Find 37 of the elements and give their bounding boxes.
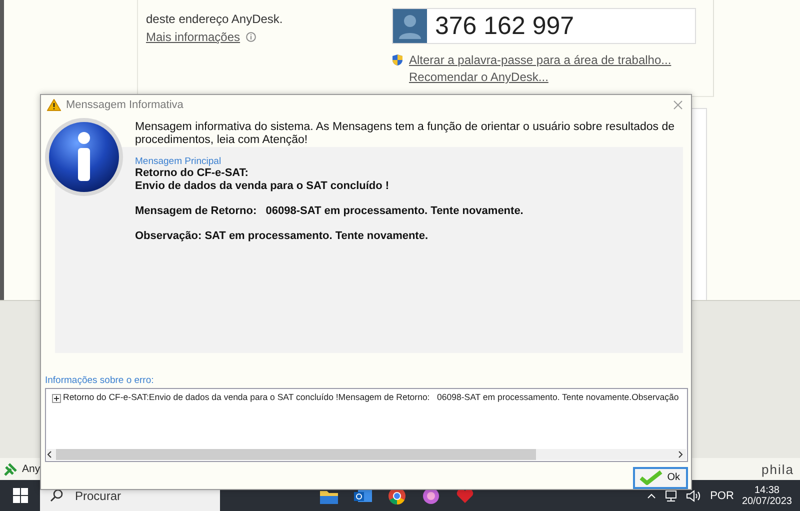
dialog-title: Menssagem Informativa <box>66 99 184 112</box>
windows-logo-icon <box>12 488 28 503</box>
description-text: deste endereço AnyDesk. <box>146 12 284 26</box>
app-label: Any <box>22 463 40 475</box>
expand-icon[interactable] <box>52 394 61 404</box>
shield-icon <box>392 54 403 66</box>
more-info-link[interactable]: Mais informações <box>146 30 240 44</box>
tree-item[interactable]: Retorno do CF-e-SAT:Envio de dados da venda para o SAT concluído !Mensagem de Retorno: 06098-SAT em processamento. Tente novamente.Observação <box>63 392 679 402</box>
message-text: Retorno do CF-e-SAT: <box>135 166 250 180</box>
mail-app-icon[interactable] <box>354 488 372 504</box>
clock[interactable]: 14:38 20/07/2023 <box>742 484 792 506</box>
search-field[interactable]: Procurar <box>73 488 197 504</box>
message-text: Mensagem de Retorno: 06098-SAT em processamento. Tente novamente. <box>135 204 524 218</box>
heart-icon[interactable] <box>456 488 474 504</box>
horizontal-scrollbar[interactable] <box>47 448 686 460</box>
chevron-up-icon[interactable] <box>647 492 656 498</box>
section-label: Informações sobre o erro: <box>45 375 155 386</box>
warning-icon <box>47 99 61 112</box>
scroll-left-icon[interactable] <box>47 450 52 458</box>
network-icon[interactable] <box>664 490 678 502</box>
checkmark-icon <box>639 470 663 486</box>
scroll-right-icon[interactable] <box>678 450 683 458</box>
intro-text: Mensagem informativa do sistema. As Mensagens tem a função de orientar o usuário sobre resultados de procedimentos, leia com Atenção! <box>135 120 676 147</box>
info-icon <box>246 32 256 42</box>
ok-button[interactable]: Ok <box>633 466 688 489</box>
message-text: Envio de dados da venda para o SAT concluído ! <box>135 180 390 193</box>
language-indicator[interactable]: POR <box>710 490 734 502</box>
user-avatar-icon <box>393 9 427 43</box>
message-text: Observação: SAT em processamento. Tente novamente. <box>135 230 430 243</box>
brand-text: phila <box>762 462 794 476</box>
info-icon <box>43 116 125 198</box>
address-field: 376 162 997 <box>392 8 696 44</box>
recommend-link[interactable]: Recomendar o AnyDesk... <box>409 70 548 84</box>
search-icon <box>50 489 63 502</box>
section-label: Mensagem Principal <box>135 156 222 167</box>
change-password-link[interactable]: Alterar a palavra-passe para a área de trabalho... <box>409 53 672 67</box>
speaker-icon[interactable] <box>686 490 702 502</box>
